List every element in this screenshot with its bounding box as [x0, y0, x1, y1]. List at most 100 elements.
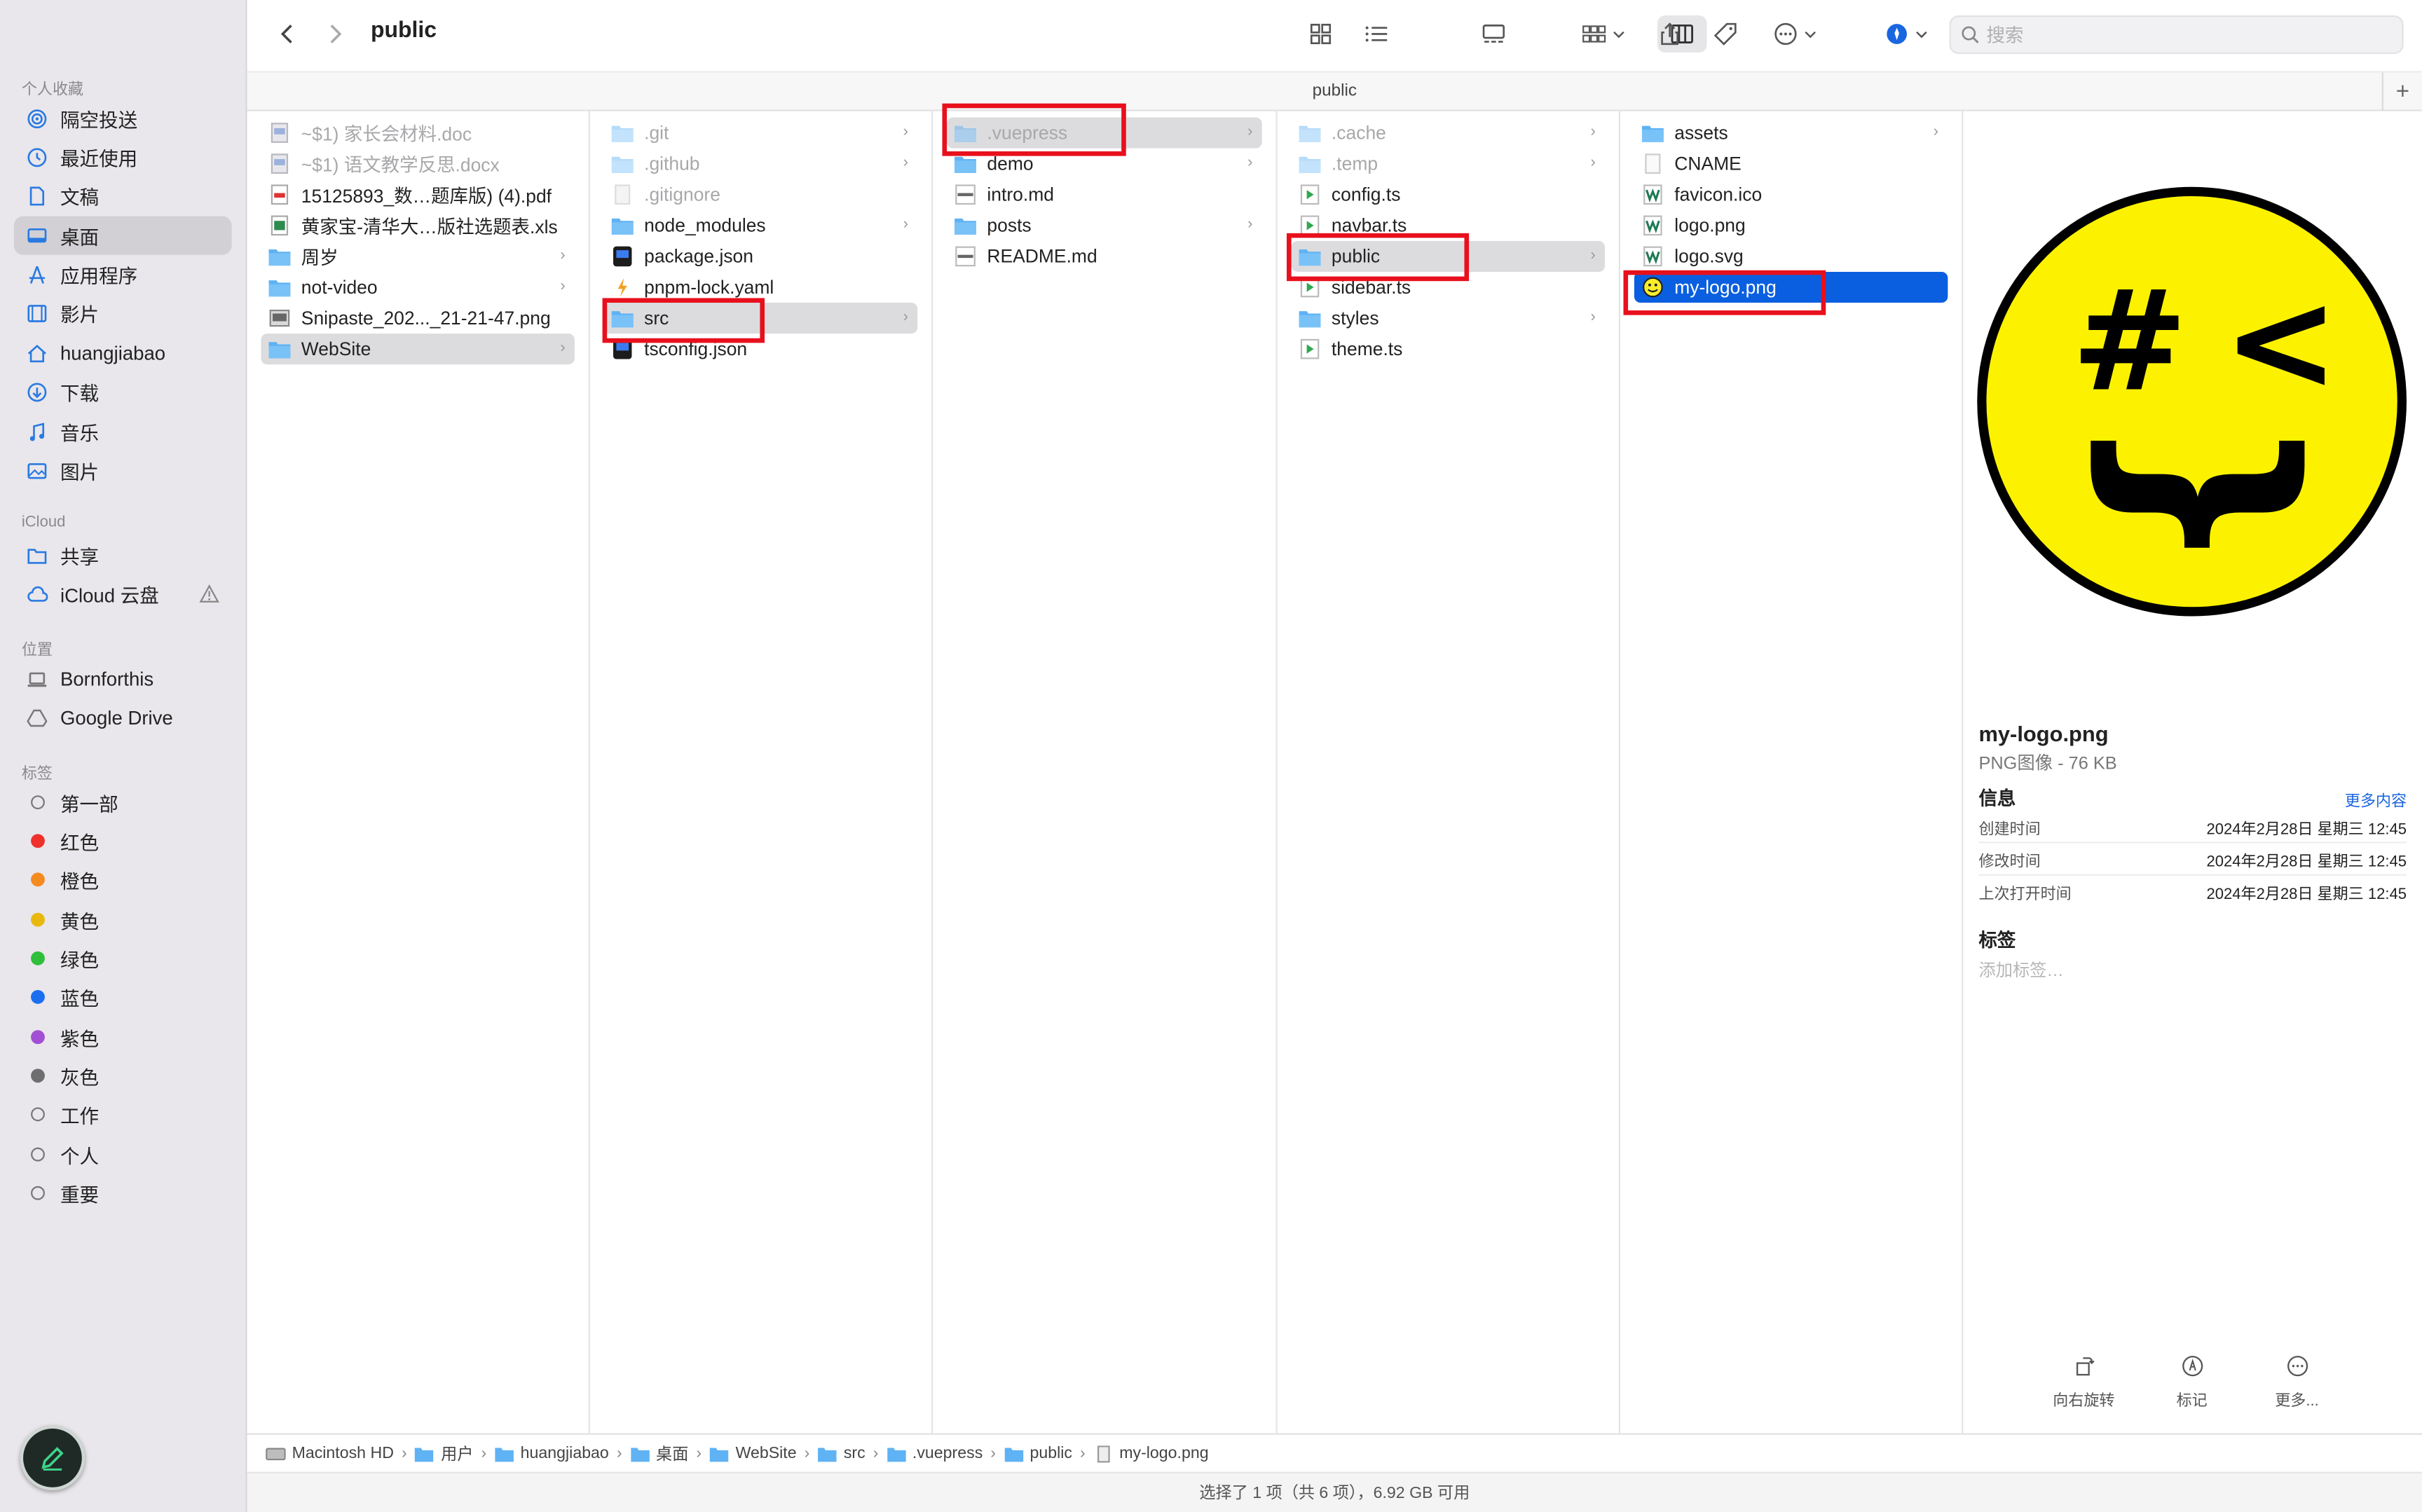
- list-item[interactable]: 黄家宝-清华大…版社选题表.xls: [261, 210, 574, 241]
- sidebar-tag-gray[interactable]: 灰色: [14, 1057, 232, 1095]
- sidebar-tag-personal[interactable]: 个人: [14, 1135, 232, 1174]
- breadcrumb-item[interactable]: huangjiabao ›: [494, 1444, 629, 1462]
- sidebar-item-documents[interactable]: 文稿: [14, 176, 232, 214]
- view-list-button[interactable]: [1360, 17, 1393, 50]
- list-item[interactable]: logo.png: [1634, 210, 1948, 241]
- sidebar-item-label: 红色: [60, 832, 100, 854]
- group-by-button[interactable]: [1575, 17, 1631, 50]
- breadcrumb-item[interactable]: .vuepress ›: [886, 1444, 1004, 1462]
- list-item[interactable]: 周岁 ›: [261, 241, 574, 272]
- sidebar-tag-purple[interactable]: 紫色: [14, 1018, 232, 1057]
- sidebar-item-music[interactable]: 音乐: [14, 413, 232, 451]
- list-item[interactable]: Snipaste_202..._21-21-47.png: [261, 303, 574, 334]
- markdown-file-icon: [955, 184, 976, 205]
- column-1[interactable]: ~$1) 家长会材料.doc ~$1) 语文教学反思.docx 15125893…: [247, 111, 590, 1434]
- warning-icon[interactable]: [199, 584, 219, 604]
- breadcrumb-item[interactable]: Macintosh HD ›: [266, 1444, 415, 1462]
- list-item[interactable]: ~$1) 语文教学反思.docx: [261, 149, 574, 179]
- search-input[interactable]: [1986, 24, 2373, 46]
- sidebar-tag-work[interactable]: 工作: [14, 1095, 232, 1134]
- list-item[interactable]: intro.md: [947, 179, 1262, 210]
- column-5[interactable]: assets › CNAME favicon.ico logo.png logo…: [1620, 111, 1964, 1434]
- tag-button[interactable]: [1709, 17, 1742, 50]
- list-item[interactable]: CNAME: [1634, 149, 1948, 179]
- breadcrumb-item[interactable]: 用户 ›: [415, 1442, 495, 1465]
- list-item[interactable]: node_modules ›: [604, 210, 917, 241]
- list-item[interactable]: .cache ›: [1292, 118, 1605, 149]
- sidebar-item-movies[interactable]: 影片: [14, 294, 232, 332]
- list-item[interactable]: .temp ›: [1292, 149, 1605, 179]
- rotate-right-button[interactable]: 向右旋转: [2037, 1354, 2130, 1410]
- breadcrumb-item[interactable]: my-logo.png: [1093, 1444, 1209, 1462]
- list-item[interactable]: .gitignore: [604, 179, 917, 210]
- sidebar-tag-yellow[interactable]: 黄色: [14, 900, 232, 939]
- list-item[interactable]: config.ts: [1292, 179, 1605, 210]
- sidebar-item-label: 蓝色: [60, 988, 100, 1010]
- new-tab-button[interactable]: +: [2381, 72, 2422, 111]
- info-label: 上次打开时间: [1978, 886, 2072, 904]
- file-name: 15125893_数…题库版) (4).pdf: [301, 184, 552, 207]
- extension-button[interactable]: [1882, 17, 1931, 50]
- list-item-selected[interactable]: WebSite ›: [261, 334, 575, 365]
- list-item[interactable]: ~$1) 家长会材料.doc: [261, 118, 574, 149]
- sidebar: 个人收藏 隔空投送 最近使用 文稿 桌面 应用程序 影片 huangjiabao: [0, 0, 247, 1512]
- list-item[interactable]: favicon.ico: [1634, 179, 1948, 210]
- sidebar-item-icloud-drive[interactable]: iCloud 云盘: [14, 575, 232, 613]
- folder-icon: [887, 1447, 906, 1462]
- chevron-down-icon: [1915, 31, 1927, 39]
- column-3[interactable]: .vuepress › demo › intro.md posts › READ…: [933, 103, 1278, 1434]
- list-item[interactable]: logo.svg: [1634, 241, 1948, 272]
- add-tag-field[interactable]: 添加标签…: [1978, 958, 2063, 982]
- list-item[interactable]: posts ›: [947, 210, 1262, 241]
- info-row-created: 创建时间 2024年2月28日 星期三 12:45: [1978, 811, 2407, 844]
- breadcrumb-item[interactable]: WebSite ›: [709, 1444, 817, 1462]
- sidebar-item-pictures[interactable]: 图片: [14, 451, 232, 490]
- sidebar-item-desktop[interactable]: 桌面: [13, 216, 232, 255]
- preview-tags-heading: 标签: [1978, 929, 2016, 951]
- list-item[interactable]: not-video ›: [261, 272, 574, 303]
- forward-button[interactable]: [320, 17, 350, 50]
- desktop-folder-icon: [630, 1447, 650, 1462]
- column-2[interactable]: .git › .github › .gitignore node_modules…: [589, 111, 933, 1434]
- view-icon-button[interactable]: [1304, 17, 1337, 50]
- view-gallery-button[interactable]: [1477, 17, 1510, 50]
- search-field[interactable]: [1949, 15, 2404, 55]
- sidebar-item-airdrop[interactable]: 隔空投送: [14, 99, 232, 137]
- list-item[interactable]: .git ›: [604, 118, 917, 149]
- action-menu-button[interactable]: [1767, 17, 1822, 50]
- sidebar-item-downloads[interactable]: 下载: [14, 372, 232, 411]
- sidebar-tag-green[interactable]: 绿色: [14, 939, 232, 977]
- breadcrumb-item[interactable]: 桌面 ›: [630, 1442, 710, 1465]
- share-button[interactable]: [1653, 17, 1686, 50]
- folder-icon: [710, 1447, 729, 1462]
- list-item[interactable]: theme.ts: [1292, 334, 1605, 364]
- sidebar-item-shared[interactable]: 共享: [14, 536, 232, 575]
- sidebar-item-home[interactable]: huangjiabao: [14, 334, 232, 372]
- breadcrumb-item[interactable]: public ›: [1004, 1444, 1093, 1462]
- sidebar-item-google-drive[interactable]: Google Drive: [14, 698, 232, 736]
- back-button[interactable]: [272, 17, 303, 50]
- column-4[interactable]: .cache › .temp › config.ts navbar.ts pub…: [1277, 111, 1621, 1434]
- chevron-right-icon: ›: [903, 308, 909, 327]
- sidebar-item-recents[interactable]: 最近使用: [14, 137, 232, 176]
- list-item[interactable]: .github ›: [604, 149, 917, 179]
- sidebar-tag-orange[interactable]: 橙色: [14, 860, 232, 899]
- more-actions-button[interactable]: 更多...: [2250, 1354, 2343, 1410]
- list-item[interactable]: styles ›: [1292, 303, 1605, 334]
- sidebar-tag-diyibu[interactable]: 第一部: [14, 783, 232, 822]
- sidebar-item-bornforthis[interactable]: Bornforthis: [14, 659, 232, 698]
- file-name: theme.ts: [1331, 338, 1403, 360]
- markup-button[interactable]: 标记: [2145, 1354, 2238, 1410]
- breadcrumb-item[interactable]: src ›: [817, 1444, 886, 1462]
- list-item[interactable]: assets ›: [1634, 118, 1948, 149]
- sidebar-item-applications[interactable]: 应用程序: [14, 255, 232, 294]
- more-info-link[interactable]: 更多内容: [2345, 788, 2407, 811]
- folder-icon: [268, 342, 291, 359]
- list-item[interactable]: README.md: [947, 241, 1262, 272]
- list-item[interactable]: 15125893_数…题库版) (4).pdf: [261, 179, 574, 210]
- sidebar-tag-blue[interactable]: 蓝色: [14, 977, 232, 1016]
- sidebar-tag-red[interactable]: 红色: [14, 822, 232, 860]
- edit-pen-button[interactable]: [20, 1425, 85, 1491]
- sidebar-tag-important[interactable]: 重要: [14, 1174, 232, 1212]
- list-item[interactable]: package.json: [604, 241, 917, 272]
